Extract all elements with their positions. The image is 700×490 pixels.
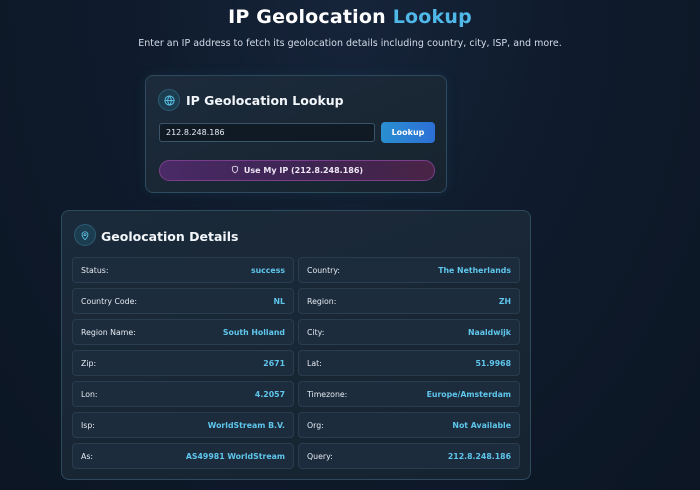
detail-label: Region:	[307, 296, 337, 306]
globe-icon	[158, 89, 180, 111]
page-title-main: IP Geolocation	[228, 6, 386, 28]
detail-lon: Lon: 4.2057	[72, 381, 294, 407]
detail-label: Country:	[307, 265, 341, 275]
lookup-card: IP Geolocation Lookup Lookup Use My IP (…	[145, 75, 447, 193]
detail-label: Timezone:	[307, 389, 348, 399]
use-my-ip-button[interactable]: Use My IP (212.8.248.186)	[159, 160, 435, 181]
page-title: IP Geolocation Lookup	[0, 6, 700, 28]
detail-lat: Lat: 51.9968	[298, 350, 520, 376]
detail-status: Status: success	[72, 257, 294, 283]
detail-label: Lon:	[81, 389, 98, 399]
detail-region-name: Region Name: South Holland	[72, 319, 294, 345]
detail-city: City: Naaldwijk	[298, 319, 520, 345]
detail-label: Query:	[307, 451, 333, 461]
detail-value: South Holland	[222, 327, 285, 337]
detail-zip: Zip: 2671	[72, 350, 294, 376]
detail-value: 51.9968	[475, 358, 511, 368]
page-subtitle: Enter an IP address to fetch its geoloca…	[138, 38, 562, 49]
detail-value: AS49981 WorldStream	[185, 451, 285, 461]
details-grid: Status: success Country: The Netherlands C…	[72, 257, 520, 469]
detail-label: Org:	[307, 420, 324, 430]
page-title-accent: Lookup	[392, 6, 472, 28]
detail-org: Org: Not Available	[298, 412, 520, 438]
detail-label: City:	[307, 327, 325, 337]
detail-value: 4.2057	[254, 389, 285, 399]
detail-value: ZH	[498, 296, 511, 306]
detail-value: Naaldwijk	[467, 327, 511, 337]
detail-region: Region: ZH	[298, 288, 520, 314]
detail-value: NL	[273, 296, 286, 306]
detail-as: As: AS49981 WorldStream	[72, 443, 294, 469]
map-pin-icon	[74, 224, 96, 246]
lookup-button[interactable]: Lookup	[381, 122, 435, 143]
detail-value: success	[250, 265, 285, 275]
detail-value: Not Available	[452, 420, 511, 430]
page: IP Geolocation Lookup Enter an IP addres…	[0, 0, 700, 490]
detail-isp: Isp: WorldStream B.V.	[72, 412, 294, 438]
detail-value: 2671	[263, 358, 285, 368]
detail-value: The Netherlands	[438, 265, 511, 275]
shield-icon	[231, 165, 239, 176]
detail-label: Zip:	[81, 358, 97, 368]
detail-label: Lat:	[307, 358, 322, 368]
detail-label: Status:	[81, 265, 109, 275]
detail-timezone: Timezone: Europe/Amsterdam	[298, 381, 520, 407]
details-card-heading: Geolocation Details	[101, 229, 239, 244]
details-card: Geolocation Details Status: success Count…	[61, 210, 531, 480]
detail-value: Europe/Amsterdam	[426, 389, 511, 399]
detail-label: Region Name:	[81, 327, 136, 337]
use-my-ip-label: Use My IP (212.8.248.186)	[243, 166, 364, 175]
detail-value: 212.8.248.186	[447, 451, 511, 461]
detail-label: As:	[81, 451, 94, 461]
detail-country-code: Country Code: NL	[72, 288, 294, 314]
detail-label: Isp:	[81, 420, 95, 430]
detail-query: Query: 212.8.248.186	[298, 443, 520, 469]
detail-value: WorldStream B.V.	[207, 420, 285, 430]
detail-label: Country Code:	[81, 296, 138, 306]
ip-address-input[interactable]	[159, 123, 375, 142]
lookup-card-heading: IP Geolocation Lookup	[186, 93, 344, 108]
detail-country: Country: The Netherlands	[298, 257, 520, 283]
